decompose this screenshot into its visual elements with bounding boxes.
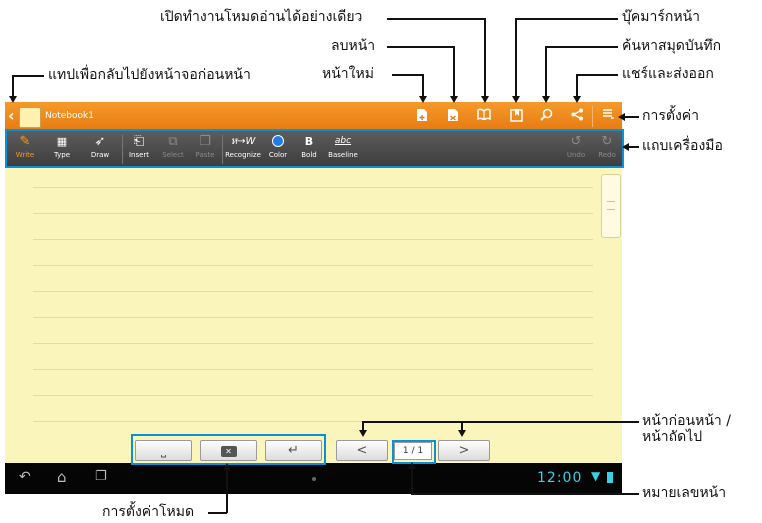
leader-line — [411, 493, 639, 495]
page-scroll-handle[interactable] — [601, 174, 621, 238]
leader-line — [208, 512, 227, 514]
arrow-head — [622, 143, 629, 151]
system-nav-bar: ↶ ⌂ ❐ 12:00 ▼ — [5, 463, 622, 494]
leader-line — [387, 18, 485, 20]
battery-icon — [607, 472, 613, 483]
callout-prev-next-line2: หน้าถัดไป — [642, 429, 703, 445]
back-icon[interactable]: ↶ — [19, 469, 31, 485]
ruled-line — [33, 395, 593, 396]
arrow-head — [408, 462, 416, 469]
arrow-head — [359, 430, 367, 437]
new-page-icon[interactable] — [413, 108, 431, 126]
read-only-book-icon[interactable] — [475, 108, 493, 126]
notebook-icon — [19, 107, 41, 128]
leader-line — [226, 470, 228, 513]
previous-page-button[interactable]: < — [336, 440, 388, 461]
leader-line — [12, 75, 14, 97]
wifi-icon: ▼ — [591, 469, 601, 483]
page-number-highlight — [392, 440, 436, 464]
back-chevron-icon[interactable]: ‹ — [8, 106, 15, 126]
leader-line — [411, 469, 413, 494]
callout-toolbar: แถบเครื่องมือ — [642, 138, 723, 154]
arrow-head — [481, 96, 489, 103]
menu-settings-icon[interactable] — [599, 108, 617, 126]
title-bar: ‹ Notebook1 — [5, 102, 622, 131]
leader-line — [624, 116, 639, 118]
arrow-head — [542, 96, 550, 103]
grip-lines-icon — [607, 201, 615, 210]
search-icon[interactable] — [537, 108, 555, 126]
notebook-title: Notebook1 — [45, 111, 94, 121]
clock: 12:00 — [537, 470, 583, 486]
arrow-head — [223, 463, 231, 470]
arrow-head — [512, 96, 520, 103]
arrow-head — [458, 430, 466, 437]
leader-line — [422, 74, 424, 97]
arrow-head — [618, 113, 625, 121]
leader-line — [387, 46, 454, 48]
ruled-line — [33, 317, 593, 318]
arrow-head — [419, 96, 427, 103]
ruled-line — [33, 291, 593, 292]
callout-delete-page: ลบหน้า — [331, 38, 376, 54]
callout-bookmark: บุ๊คมาร์กหน้า — [622, 9, 700, 25]
mode-settings-highlight — [131, 434, 326, 465]
ruled-line — [33, 187, 593, 188]
arrow-head — [9, 96, 17, 103]
home-icon[interactable]: ⌂ — [57, 468, 67, 486]
leader-line — [12, 75, 44, 77]
leader-line — [545, 46, 547, 97]
ruled-line — [33, 369, 593, 370]
callout-mode-settings: การตั้งค่าโหมด — [102, 504, 195, 520]
share-icon[interactable] — [568, 108, 586, 126]
callout-search: ค้นหาสมุดบันทึก — [622, 38, 722, 54]
next-page-button[interactable]: > — [438, 440, 490, 461]
leader-line — [362, 421, 639, 423]
notebook-page[interactable] — [5, 168, 622, 463]
callout-share-export: แชร์และส่งออก — [622, 66, 714, 82]
center-dot-icon — [312, 477, 316, 481]
callout-back: แทปเพื่อกลับไปยังหน้าจอก่อนหน้า — [48, 67, 251, 83]
callout-prev-next: หน้าก่อนหน้า / — [642, 413, 731, 429]
leader-line — [515, 18, 517, 97]
leader-line — [453, 46, 455, 97]
bookmark-icon[interactable] — [507, 108, 525, 126]
delete-page-icon[interactable] — [444, 108, 462, 126]
callout-settings: การตั้งค่า — [642, 108, 700, 124]
titlebar-divider — [592, 106, 593, 127]
leader-line — [576, 74, 578, 97]
ruled-line — [33, 343, 593, 344]
arrow-head — [450, 96, 458, 103]
leader-line — [628, 146, 639, 148]
leader-line — [576, 74, 618, 76]
callout-page-number: หมายเลขหน้า — [642, 485, 727, 501]
recent-apps-icon[interactable]: ❐ — [95, 469, 107, 484]
callout-new-page: หน้าใหม่ — [322, 66, 374, 82]
ruled-line — [33, 265, 593, 266]
ruled-line — [33, 213, 593, 214]
leader-line — [484, 18, 486, 97]
leader-line — [545, 46, 618, 48]
toolbar-highlight — [5, 129, 624, 168]
callout-read-only-mode: เปิดทำงานโหมดอ่านได้อย่างเดียว — [160, 9, 363, 25]
arrow-head — [573, 96, 581, 103]
leader-line — [515, 18, 618, 20]
ruled-line — [33, 239, 593, 240]
leader-line — [392, 74, 423, 76]
